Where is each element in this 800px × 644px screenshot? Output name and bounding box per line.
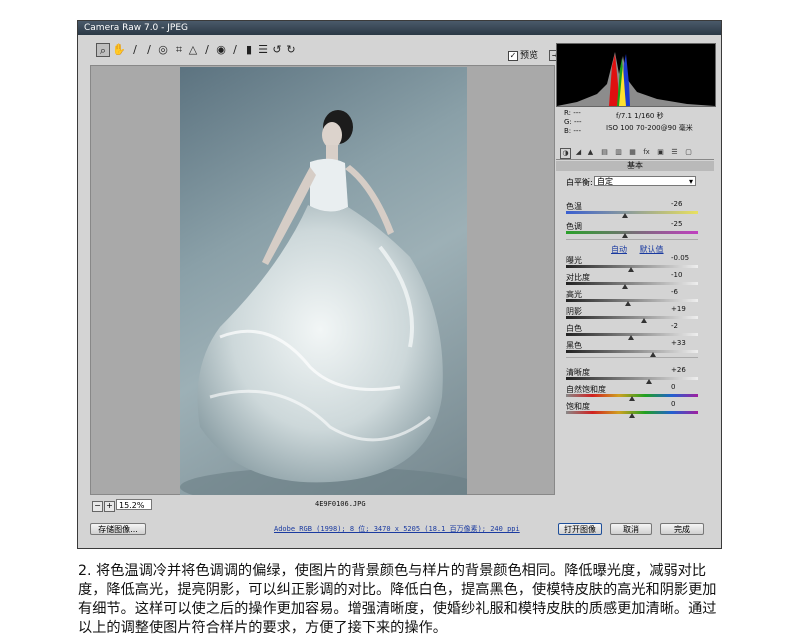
preferences-icon[interactable]: ☰ xyxy=(256,43,270,57)
white-balance-label: 白平衡: xyxy=(566,178,593,187)
tab-presets[interactable]: ☰ xyxy=(670,148,679,157)
white-balance-icon[interactable]: ∕ xyxy=(128,43,142,57)
bottom-bar: 存储图像... Adobe RGB (1998); 8 位; 3470 x 52… xyxy=(78,515,721,549)
crop-icon[interactable]: ⌗ xyxy=(172,43,186,57)
camera-raw-window: Camera Raw 7.0 - JPEG ⌕ ✋ ∕ ∕ ◎ ⌗ △ ∕ ◉ … xyxy=(77,20,722,549)
color-sampler-icon[interactable]: ∕ xyxy=(142,43,156,57)
done-button[interactable]: 完成 xyxy=(660,523,704,535)
tab-camera[interactable]: ▣ xyxy=(656,148,665,157)
tab-basic[interactable]: ◑ xyxy=(560,148,571,159)
chevron-down-icon: ▾ xyxy=(688,177,693,186)
slider-sliders_presence-2[interactable]: 饱和度 0 xyxy=(566,400,700,419)
workflow-options-link[interactable]: Adobe RGB (1998); 8 位; 3470 x 5205 (18.1… xyxy=(274,524,520,534)
zoom-out-button[interactable]: − xyxy=(92,501,103,512)
file-name: 4E9F0106.JPG xyxy=(315,500,366,508)
zoom-bar: − + 15.2% 4E9F0106.JPG xyxy=(90,499,555,513)
histogram-graph xyxy=(557,52,715,106)
slider-value[interactable]: 0 xyxy=(671,383,707,392)
auto-links: 自动 默认值 xyxy=(611,244,674,255)
tab-split-tone[interactable]: ▥ xyxy=(614,148,623,157)
exif-info: R: --- G: --- B: --- f/7.1 1/160 秒 ISO 1… xyxy=(564,109,693,135)
save-image-button[interactable]: 存储图像... xyxy=(90,523,146,535)
slider-track[interactable] xyxy=(566,350,698,353)
slider-track[interactable] xyxy=(566,231,698,234)
slider-thumb[interactable] xyxy=(622,233,629,238)
tab-effects[interactable]: fx xyxy=(642,148,651,157)
slider-value[interactable]: +19 xyxy=(671,305,707,314)
slider-value[interactable]: +26 xyxy=(671,366,707,375)
preview-checkbox[interactable]: ✓预览 ⇥ xyxy=(508,48,562,61)
right-panel: R: --- G: --- B: --- f/7.1 1/160 秒 ISO 1… xyxy=(556,43,716,513)
slider-sliders_top-0[interactable]: 色温 -26 xyxy=(566,200,700,219)
white-balance-select[interactable]: 自定 ▾ xyxy=(594,176,696,186)
slider-value[interactable]: 0 xyxy=(671,400,707,409)
tab-curve[interactable]: ◢ xyxy=(574,148,583,157)
slider-track[interactable] xyxy=(566,316,698,319)
straighten-icon[interactable]: △ xyxy=(186,43,200,57)
toolbar: ⌕ ✋ ∕ ∕ ◎ ⌗ △ ∕ ◉ ∕ ▮ ☰ ↺ ↻ xyxy=(78,35,553,65)
hand-icon[interactable]: ✋ xyxy=(112,43,126,57)
default-link[interactable]: 默认值 xyxy=(640,245,664,254)
open-image-button[interactable]: 打开图像 xyxy=(558,523,602,535)
slider-track[interactable] xyxy=(566,377,698,380)
panel-header: 基本 xyxy=(556,161,714,171)
tab-hsl[interactable]: ▤ xyxy=(600,148,609,157)
slider-track[interactable] xyxy=(566,282,698,285)
panel-tabs: ◑ ◢ ▲ ▤ ▥ ▦ fx ▣ ☰ ▢ xyxy=(556,147,714,160)
slider-sliders_top-1[interactable]: 色调 -25 xyxy=(566,220,700,239)
image-canvas[interactable] xyxy=(90,65,555,495)
adjustment-brush-icon[interactable]: ∕ xyxy=(228,43,242,57)
target-adjust-icon[interactable]: ◎ xyxy=(156,43,170,57)
slider-track[interactable] xyxy=(566,299,698,302)
slider-value[interactable]: -6 xyxy=(671,288,707,297)
slider-value[interactable]: -0.05 xyxy=(671,254,707,263)
bride-photo xyxy=(180,110,467,495)
red-eye-icon[interactable]: ◉ xyxy=(214,43,228,57)
rotate-cw-icon[interactable]: ↻ xyxy=(284,43,298,57)
spot-removal-icon[interactable]: ∕ xyxy=(200,43,214,57)
divider xyxy=(566,239,698,240)
photo-preview xyxy=(180,67,467,495)
rotate-ccw-icon[interactable]: ↺ xyxy=(270,43,284,57)
slider-thumb[interactable] xyxy=(629,413,635,418)
zoom-in-button[interactable]: + xyxy=(104,501,115,512)
check-icon: ✓ xyxy=(508,50,518,61)
caption-text: 2. 将色温调冷并将色调调的偏绿，使图片的背景颜色与样片的背景颜色相同。降低曝光… xyxy=(78,563,717,636)
window-title: Camera Raw 7.0 - JPEG xyxy=(78,21,721,35)
tab-lens[interactable]: ▦ xyxy=(628,148,637,157)
graduated-filter-icon[interactable]: ▮ xyxy=(242,43,256,57)
slider-value[interactable]: -26 xyxy=(671,200,707,209)
divider xyxy=(566,357,698,358)
slider-value[interactable]: -25 xyxy=(671,220,707,229)
slider-value[interactable]: -10 xyxy=(671,271,707,280)
slider-track[interactable] xyxy=(566,211,698,214)
histogram xyxy=(556,43,716,107)
cancel-button[interactable]: 取消 xyxy=(610,523,652,535)
slider-sliders_tone-5[interactable]: 黑色 +33 xyxy=(566,339,700,358)
auto-link[interactable]: 自动 xyxy=(611,245,627,254)
slider-value[interactable]: +33 xyxy=(671,339,707,348)
slider-value[interactable]: -2 xyxy=(671,322,707,331)
zoom-select[interactable]: 15.2% xyxy=(116,499,152,510)
slider-thumb[interactable] xyxy=(622,213,629,218)
tab-snapshots[interactable]: ▢ xyxy=(684,148,693,157)
zoom-icon[interactable]: ⌕ xyxy=(96,43,110,57)
tab-detail[interactable]: ▲ xyxy=(586,148,595,157)
